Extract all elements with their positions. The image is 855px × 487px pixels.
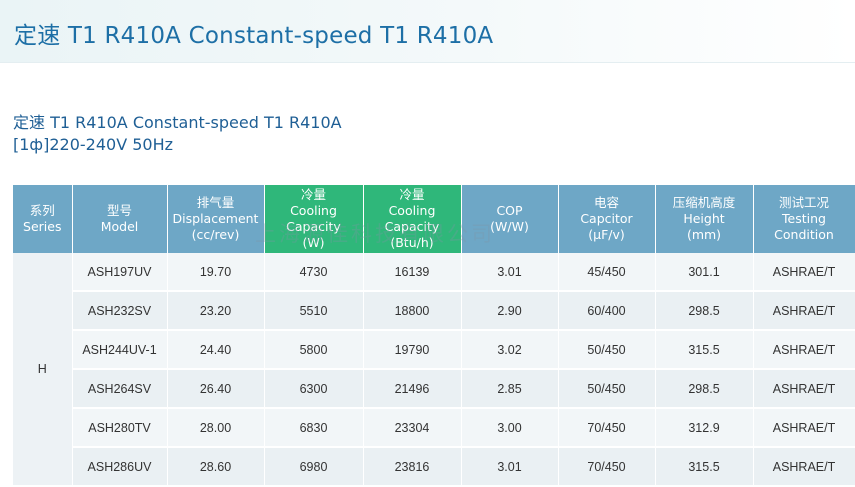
table-cell: 16139 — [363, 253, 462, 292]
voltage-spec: [1ф]220-240V 50Hz — [13, 135, 174, 154]
header-line: 排气量 — [196, 195, 235, 210]
header-line: (Btu/h) — [390, 235, 434, 250]
table-row: H ASH197UV 19.70 4730 16139 3.01 45/450 301.1 AS… — [13, 253, 855, 487]
table-cell: 315.5 — [655, 447, 754, 487]
table-cell: 298.5 — [655, 369, 754, 409]
header-line: Condition — [774, 227, 834, 242]
table-header-row: 系列 Series 型号 Model 排气量 Displacement (cc/rev)… — [13, 185, 855, 253]
header-line: 型号 — [106, 203, 132, 218]
table-cell: 18800 — [363, 291, 462, 331]
header-line: 冷量 — [399, 187, 425, 202]
table-cell: ASH244UV-1 — [72, 330, 168, 370]
header-cop: COP (W/W) — [461, 185, 559, 253]
table-cell: 70/450 — [558, 447, 656, 487]
table-cell: 6980 — [264, 447, 364, 487]
table-cell: ASH232SV — [72, 291, 168, 331]
table-cell: 2.85 — [461, 369, 559, 409]
header-line: (W) — [302, 235, 325, 250]
table-cell: 19790 — [363, 330, 462, 370]
table-cell: 315.5 — [655, 330, 754, 370]
header-line: 系列 — [29, 203, 55, 218]
table-row: ASH232SV 23.20 5510 18800 2.90 60/400 298.5 ASH… — [13, 291, 855, 331]
header-line: 冷量 — [300, 187, 326, 202]
header-line: (μF/v) — [588, 227, 625, 242]
table-cell: 312.9 — [655, 408, 754, 448]
header-model: 型号 Model — [72, 185, 168, 253]
table-cell: ASHRAE/T — [753, 291, 855, 331]
table-cell: 6830 — [264, 408, 364, 448]
header-line: (mm) — [686, 227, 722, 242]
table-cell: 3.01 — [461, 253, 559, 292]
header-line: Height — [683, 211, 725, 226]
table-cell: 5800 — [264, 330, 364, 370]
table-body: H ASH197UV 19.70 4730 16139 3.01 45/450 301.1 AS… — [13, 253, 855, 487]
table-cell: 28.00 — [167, 408, 265, 448]
table-cell: 23.20 — [167, 291, 265, 331]
page-title: 定速 T1 R410A Constant-speed T1 R410A — [14, 23, 494, 49]
header-line: Cooling — [388, 203, 436, 218]
table-cell: 301.1 — [655, 253, 754, 292]
table-cell: 19.70 — [167, 253, 265, 292]
header-line: Displacement — [172, 211, 259, 226]
header-line: Capcitor — [580, 211, 633, 226]
header-line: Capacity — [286, 219, 341, 234]
table-cell: 2.90 — [461, 291, 559, 331]
header-line: COP — [496, 203, 523, 218]
header-cooling-capacity-w: 冷量 Cooling Capacity (W) — [264, 185, 364, 253]
header-capacitor: 电容 Capcitor (μF/v) — [558, 185, 656, 253]
header-line: (W/W) — [490, 219, 529, 234]
table-cell: ASHRAE/T — [753, 253, 855, 292]
table-cell: 21496 — [363, 369, 462, 409]
table-cell: 26.40 — [167, 369, 265, 409]
table-cell: 60/400 — [558, 291, 656, 331]
title-banner: 定速 T1 R410A Constant-speed T1 R410A — [0, 0, 855, 63]
table-cell: ASH280TV — [72, 408, 168, 448]
table-cell: ASH286UV — [72, 447, 168, 487]
table-cell: 3.01 — [461, 447, 559, 487]
table-cell: 6300 — [264, 369, 364, 409]
header-testing-condition: 测试工况 Testing Condition — [753, 185, 855, 253]
header-line: Capacity — [384, 219, 440, 234]
table-cell: ASHRAE/T — [753, 369, 855, 409]
header-line: Cooling — [290, 203, 337, 218]
header-displacement: 排气量 Displacement (cc/rev) — [167, 185, 265, 253]
table-cell: 50/450 — [558, 369, 656, 409]
spec-table: 系列 Series 型号 Model 排气量 Displacement (cc/rev)… — [13, 185, 855, 487]
header-height: 压缩机高度 Height (mm) — [655, 185, 754, 253]
series-cell: H — [13, 253, 73, 487]
section-title: 定速 T1 R410A Constant-speed T1 R410A — [13, 113, 342, 132]
table-row: ASH244UV-1 24.40 5800 19790 3.02 50/450 315.5 A… — [13, 330, 855, 370]
table-row: ASH264SV 26.40 6300 21496 2.85 50/450 298.5 ASH… — [13, 369, 855, 409]
table-cell: 5510 — [264, 291, 364, 331]
header-line: 压缩机高度 — [672, 195, 736, 210]
table-cell: 45/450 — [558, 253, 656, 292]
header-line: (cc/rev) — [191, 227, 240, 242]
table-cell: ASH197UV — [72, 253, 168, 292]
header-line: Testing — [782, 211, 826, 226]
table-cell: 23816 — [363, 447, 462, 487]
table-cell: ASHRAE/T — [753, 447, 855, 487]
table-cell: 3.00 — [461, 408, 559, 448]
table-cell: ASH264SV — [72, 369, 168, 409]
header-cooling-capacity-btu: 冷量 Cooling Capacity (Btu/h) — [363, 185, 462, 253]
table-cell: 70/450 — [558, 408, 656, 448]
table-cell: 23304 — [363, 408, 462, 448]
table-cell: ASHRAE/T — [753, 408, 855, 448]
header-line: 电容 — [593, 195, 619, 210]
table-cell: 50/450 — [558, 330, 656, 370]
table-cell: 298.5 — [655, 291, 754, 331]
table-cell: 28.60 — [167, 447, 265, 487]
table-cell: 4730 — [264, 253, 364, 292]
table-row: ASH280TV 28.00 6830 23304 3.00 70/450 312.9 ASH… — [13, 408, 855, 448]
header-line: Model — [100, 219, 139, 234]
header-line: 测试工况 — [778, 195, 829, 210]
table-row: ASH286UV 28.60 6980 23816 3.01 70/450 315.5 ASH… — [13, 447, 855, 487]
table-cell: 24.40 — [167, 330, 265, 370]
header-series: 系列 Series — [13, 185, 73, 253]
table-cell: 3.02 — [461, 330, 559, 370]
table-cell: ASHRAE/T — [753, 330, 855, 370]
header-line: Series — [23, 219, 62, 234]
